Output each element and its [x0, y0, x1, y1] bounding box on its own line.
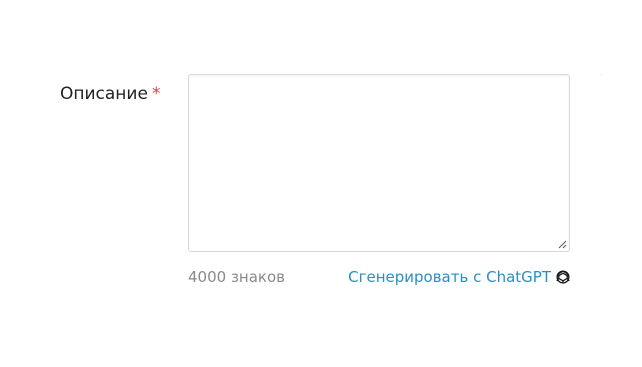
chatgpt-icon — [556, 270, 570, 284]
description-form-row: Описание * 4000 знаков Сгенерировать с Ch… — [0, 0, 642, 367]
description-textarea[interactable] — [188, 74, 570, 252]
resize-handle-icon[interactable] — [557, 239, 567, 249]
edge-divider — [600, 74, 601, 75]
description-label-text: Описание — [60, 84, 148, 104]
description-textarea-wrapper — [188, 74, 570, 252]
description-label: Описание * — [60, 84, 160, 104]
generate-with-chatgpt-link[interactable]: Сгенерировать с ChatGPT — [348, 268, 571, 286]
generate-with-chatgpt-label: Сгенерировать с ChatGPT — [348, 268, 551, 286]
character-limit-counter: 4000 знаков — [188, 268, 285, 286]
required-asterisk: * — [151, 84, 161, 104]
